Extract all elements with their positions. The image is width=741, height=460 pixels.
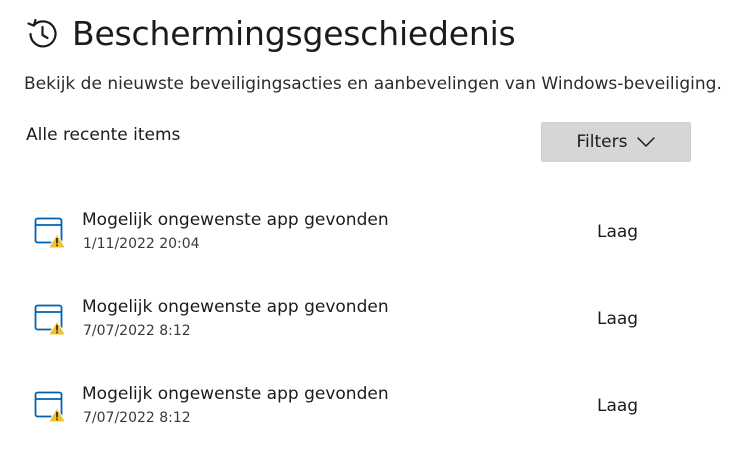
history-list: Mogelijk ongewenste app gevonden 1/11/20… — [0, 195, 741, 456]
item-severity: Laag — [597, 396, 639, 416]
chevron-down-icon — [637, 137, 656, 147]
item-severity: Laag — [597, 309, 639, 329]
page-subtitle: Bekijk de nieuwste beveiligingsacties en… — [24, 74, 722, 94]
history-item[interactable]: Mogelijk ongewenste app gevonden 1/11/20… — [0, 195, 741, 282]
item-date: 7/07/2022 8:12 — [83, 410, 191, 426]
filters-button-label: Filters — [576, 132, 628, 152]
history-icon — [27, 18, 57, 48]
item-title: Mogelijk ongewenste app gevonden — [82, 210, 389, 230]
page-header: Beschermingsgeschiedenis — [24, 12, 516, 56]
page-title: Beschermingsgeschiedenis — [72, 14, 516, 53]
history-item[interactable]: Mogelijk ongewenste app gevonden 7/07/20… — [0, 369, 741, 456]
history-item[interactable]: Mogelijk ongewenste app gevonden 7/07/20… — [0, 282, 741, 369]
section-title: Alle recente items — [26, 125, 181, 145]
item-title: Mogelijk ongewenste app gevonden — [82, 297, 389, 317]
item-date: 7/07/2022 8:12 — [83, 323, 191, 339]
item-title: Mogelijk ongewenste app gevonden — [82, 384, 389, 404]
item-severity: Laag — [597, 222, 639, 242]
filters-button[interactable]: Filters — [541, 122, 691, 162]
app-warning-icon — [34, 217, 66, 249]
item-date: 1/11/2022 20:04 — [83, 236, 200, 252]
protection-history-page: Beschermingsgeschiedenis Bekijk de nieuw… — [0, 0, 741, 460]
app-warning-icon — [34, 304, 66, 336]
app-warning-icon — [34, 391, 66, 423]
